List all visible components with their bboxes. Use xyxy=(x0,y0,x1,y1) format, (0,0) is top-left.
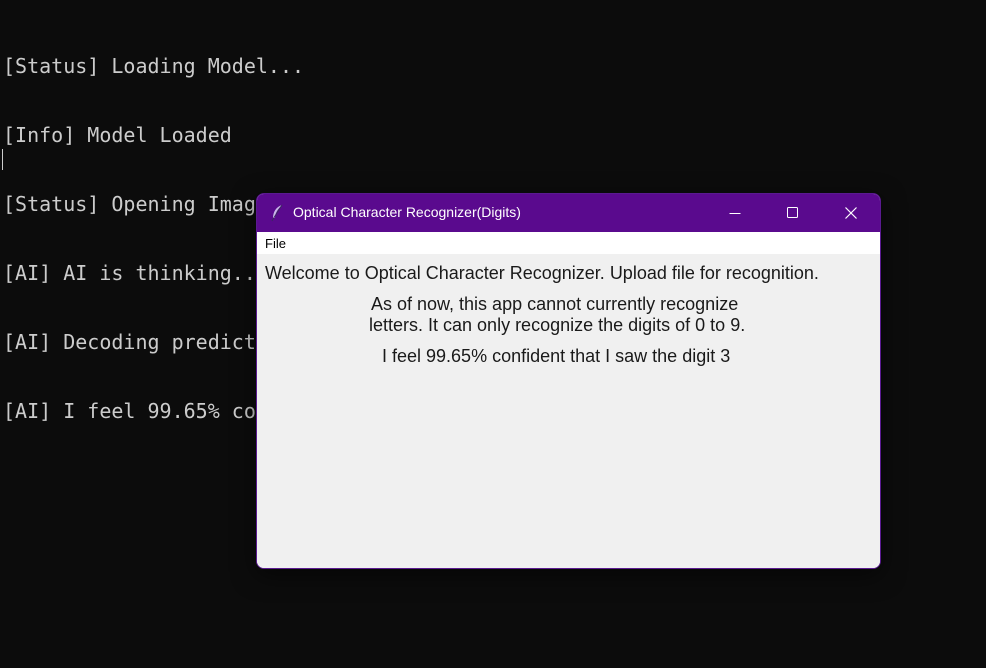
close-icon xyxy=(845,207,857,219)
notice-line: As of now, this app cannot currently rec… xyxy=(371,294,739,314)
window-title: Optical Character Recognizer(Digits) xyxy=(293,204,521,220)
prediction-result: I feel 99.65% confident that I saw the d… xyxy=(382,346,731,366)
terminal-line: [Info] Model Loaded xyxy=(3,123,232,147)
file-menu[interactable]: File xyxy=(265,236,286,251)
welcome-label: Welcome to Optical Character Recognizer.… xyxy=(265,263,819,283)
minimize-icon xyxy=(729,213,741,214)
maximize-button[interactable] xyxy=(770,194,816,232)
terminal-line: [Status] Loading Model... xyxy=(3,54,305,78)
notice-label: As of now, this app cannot currently rec… xyxy=(369,294,779,336)
menu-bar: File xyxy=(257,232,880,254)
feather-icon xyxy=(270,204,284,222)
maximize-icon xyxy=(787,207,798,218)
minimize-button[interactable] xyxy=(712,194,758,232)
window-content: Welcome to Optical Character Recognizer.… xyxy=(257,254,880,568)
title-bar[interactable]: Optical Character Recognizer(Digits) xyxy=(257,194,880,232)
text-cursor xyxy=(2,149,3,170)
ocr-app-window: Optical Character Recognizer(Digits) Fil… xyxy=(256,193,881,569)
close-button[interactable] xyxy=(828,194,874,232)
notice-line: letters. It can only recognize the digit… xyxy=(369,315,746,335)
